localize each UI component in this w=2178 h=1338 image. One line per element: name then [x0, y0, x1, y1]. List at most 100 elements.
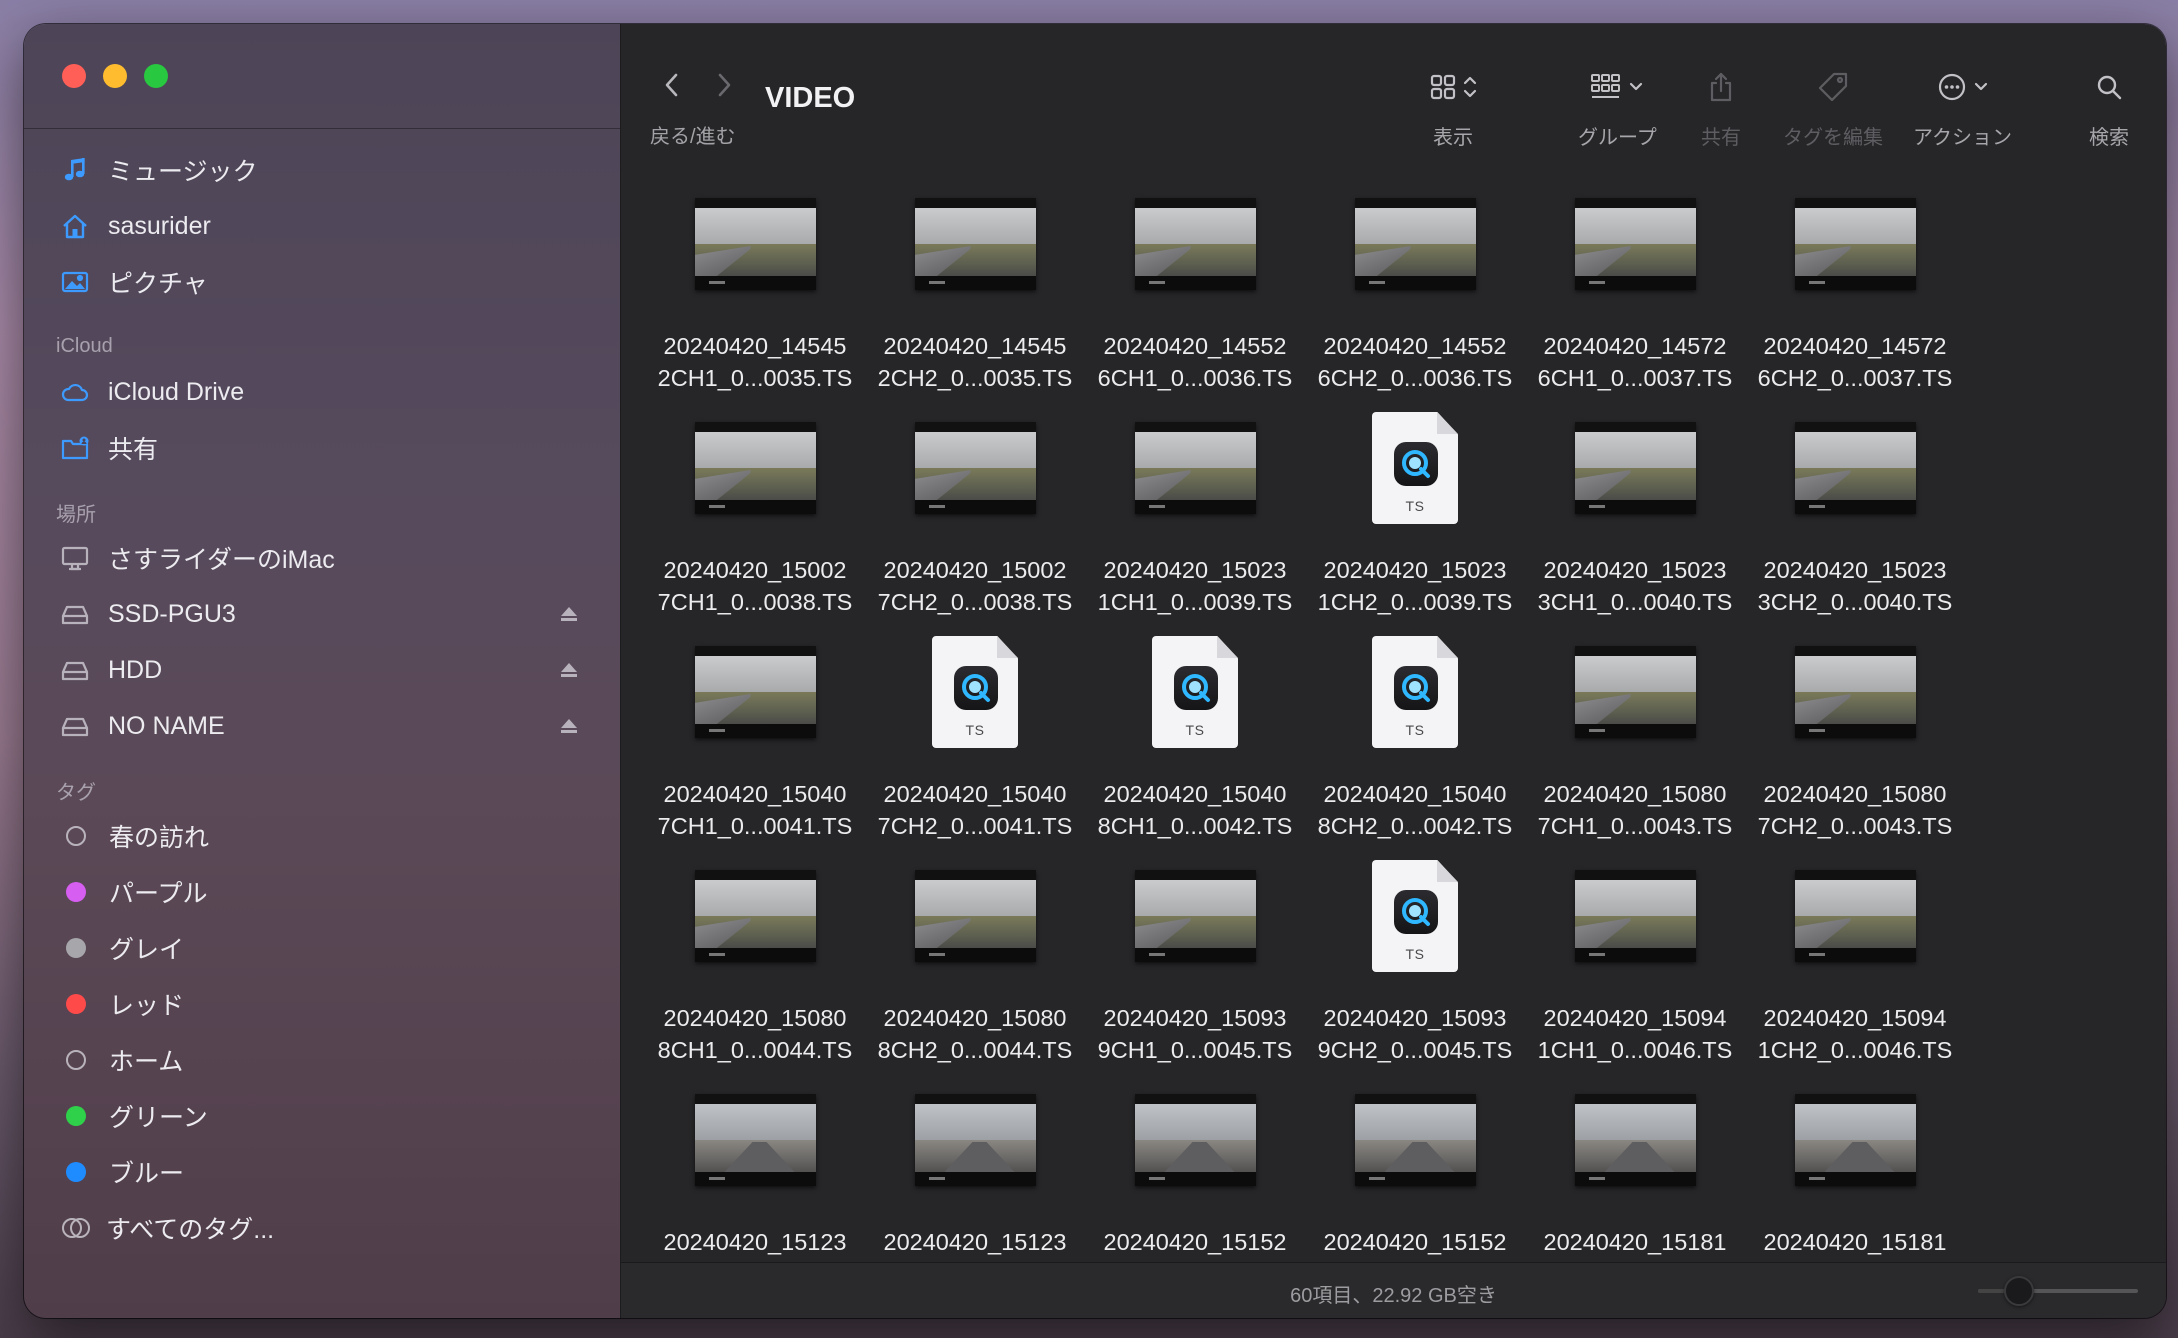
tag-color-dot-icon	[66, 882, 86, 902]
file-item[interactable]: 20240420_15152 3CH2_0...0048.TS	[1305, 1070, 1525, 1294]
sidebar-item-photo[interactable]: ピクチャ	[24, 254, 620, 310]
file-item[interactable]: TS 20240420_15040 8CH2_0...0042.TS	[1305, 622, 1525, 846]
sidebar-item-tag[interactable]: パープル	[24, 864, 620, 920]
action-button[interactable]: アクション	[1913, 70, 2012, 150]
sidebar-item-label: さすライダーのiMac	[108, 546, 335, 574]
video-thumbnail	[694, 422, 816, 514]
group-label: グループ	[1578, 127, 1657, 149]
share-button[interactable]: 共有	[1701, 70, 1741, 150]
file-item[interactable]: 20240420_15080 8CH2_0...0044.TS	[865, 846, 1085, 1070]
view-button[interactable]: 表示	[1429, 70, 1477, 150]
chevron-down-icon	[1630, 82, 1643, 91]
file-item[interactable]: 20240420_15023 1CH1_0...0039.TS	[1085, 398, 1305, 622]
slider-knob[interactable]	[2004, 1276, 2034, 1306]
file-item[interactable]: 20240420_15080 7CH2_0...0043.TS	[1745, 622, 1965, 846]
search-icon	[2097, 75, 2122, 100]
file-name: 20240420_15080 8CH1_0...0044.TS	[657, 1005, 853, 1063]
file-item[interactable]: 20240420_15002 7CH1_0...0038.TS	[645, 398, 865, 622]
sidebar-item-location[interactable]: NO NAME	[24, 698, 620, 754]
file-item[interactable]: 20240420_15002 7CH2_0...0038.TS	[865, 398, 1085, 622]
minimize-button[interactable]	[103, 64, 127, 88]
file-item[interactable]: 20240420_14572 6CH1_0...0037.TS	[1525, 174, 1745, 398]
group-button[interactable]: グループ	[1578, 70, 1657, 150]
file-grid[interactable]: 20240420_14545 2CH1_0...0035.TS 20240420_…	[645, 174, 2166, 1294]
file-extension-label: TS	[1405, 946, 1425, 962]
file-name: 20240420_15094 1CH2_0...0046.TS	[1757, 1005, 1953, 1063]
file-item[interactable]: TS 20240420_15040 8CH1_0...0042.TS	[1085, 622, 1305, 846]
sidebar-item-label: 春の訪れ	[109, 824, 210, 852]
sidebar-item-tag[interactable]: グリーン	[24, 1088, 620, 1144]
file-item[interactable]: 20240420_15123 1CH2_0...0047.TS	[865, 1070, 1085, 1294]
sidebar-item-label: パープル	[109, 880, 208, 908]
shared-folder-icon	[58, 431, 92, 465]
sidebar-item-tag[interactable]: レッド	[24, 976, 620, 1032]
close-button[interactable]	[62, 64, 86, 88]
file-item[interactable]: 20240420_14572 6CH2_0...0037.TS	[1745, 174, 1965, 398]
sidebar-item-cloud[interactable]: iCloud Drive	[24, 364, 620, 420]
share-icon	[1710, 72, 1732, 102]
file-item[interactable]: 20240420_15023 3CH1_0...0040.TS	[1525, 398, 1745, 622]
sidebar-item-tag[interactable]: ホーム	[24, 1032, 620, 1088]
file-item[interactable]: TS 20240420_15093 9CH2_0...0045.TS	[1305, 846, 1525, 1070]
forward-arrow-icon[interactable]	[713, 72, 735, 98]
file-item[interactable]: TS 20240420_15040 7CH2_0...0041.TS	[865, 622, 1085, 846]
sidebar-item-label: グリーン	[109, 1104, 208, 1132]
sidebar-item-label: ピクチャ	[108, 270, 208, 298]
eject-icon[interactable]	[558, 715, 580, 737]
sidebar-item-shared-folder[interactable]: 共有	[24, 420, 620, 476]
file-item[interactable]: 20240420_15080 8CH1_0...0044.TS	[645, 846, 865, 1070]
video-thumbnail	[914, 870, 1036, 962]
eject-icon[interactable]	[558, 603, 580, 625]
file-name: 20240420_15093 9CH1_0...0045.TS	[1097, 1005, 1293, 1063]
file-name: 20240420_15023 3CH2_0...0040.TS	[1757, 557, 1953, 615]
sidebar-list[interactable]: ムービー ミュージック sasurider ピクチャ iCloud iCloud Driv…	[24, 128, 620, 1318]
file-item[interactable]: 20240420_15152 3CH1_0...0048.TS	[1085, 1070, 1305, 1294]
sidebar-item-location[interactable]: HDD	[24, 642, 620, 698]
file-item[interactable]: 20240420_15093 9CH1_0...0045.TS	[1085, 846, 1305, 1070]
sidebar-item-label: sasurider	[108, 211, 211, 240]
sidebar-item-movies[interactable]: ムービー	[24, 128, 620, 142]
file-name: 20240420_14552 6CH2_0...0036.TS	[1317, 333, 1513, 391]
eject-icon[interactable]	[558, 659, 580, 681]
sidebar-item-music-note[interactable]: ミュージック	[24, 142, 620, 198]
search-button[interactable]: 検索	[2089, 70, 2129, 150]
chevron-down-icon	[1974, 82, 1987, 91]
file-item[interactable]: 20240420_15094 1CH2_0...0046.TS	[1745, 846, 1965, 1070]
sidebar-item-tag[interactable]: グレイ	[24, 920, 620, 976]
cloud-icon	[58, 375, 92, 409]
file-item[interactable]: 20240420_15181 3CH2_0...0049.TS	[1745, 1070, 1965, 1294]
file-name: 20240420_15002 7CH1_0...0038.TS	[657, 557, 853, 615]
quicktime-document-icon: TS	[932, 636, 1018, 748]
file-item[interactable]: 20240420_15023 3CH2_0...0040.TS	[1745, 398, 1965, 622]
nav-label: 戻る/進む	[650, 126, 736, 148]
sidebar-item-all-tags[interactable]: すべてのタグ...	[24, 1200, 620, 1256]
edit-tags-button[interactable]: タグを編集	[1783, 70, 1883, 150]
video-thumbnail	[1134, 1094, 1256, 1186]
sidebar-item-location[interactable]: SSD-PGU3	[24, 586, 620, 642]
file-item[interactable]: 20240420_15181 3CH1_0...0049.TS	[1525, 1070, 1745, 1294]
sidebar-item-home[interactable]: sasurider	[24, 198, 620, 254]
tag-color-dot-icon	[66, 1162, 86, 1182]
icon-size-slider[interactable]	[1978, 1276, 2138, 1306]
file-item[interactable]: 20240420_15080 7CH1_0...0043.TS	[1525, 622, 1745, 846]
file-item[interactable]: 20240420_15123 1CH1_0...0047.TS	[645, 1070, 865, 1294]
file-item[interactable]: 20240420_15040 7CH1_0...0041.TS	[645, 622, 865, 846]
video-thumbnail	[1354, 198, 1476, 290]
back-arrow-icon[interactable]	[661, 72, 683, 98]
file-item[interactable]: TS 20240420_15023 1CH2_0...0039.TS	[1305, 398, 1525, 622]
zoom-button[interactable]	[144, 64, 168, 88]
file-name: 20240420_15040 7CH2_0...0041.TS	[877, 781, 1073, 839]
tag-color-dot-icon	[66, 994, 86, 1014]
file-item[interactable]: 20240420_15094 1CH1_0...0046.TS	[1525, 846, 1745, 1070]
share-label: 共有	[1701, 127, 1741, 149]
file-name: 20240420_14552 6CH1_0...0036.TS	[1097, 333, 1293, 391]
home-icon	[58, 209, 92, 243]
file-item[interactable]: 20240420_14545 2CH1_0...0035.TS	[645, 174, 865, 398]
file-item[interactable]: 20240420_14552 6CH1_0...0036.TS	[1085, 174, 1305, 398]
sidebar-item-tag[interactable]: 春の訪れ	[24, 808, 620, 864]
sidebar-item-location[interactable]: さすライダーのiMac	[24, 530, 620, 586]
file-item[interactable]: 20240420_14545 2CH2_0...0035.TS	[865, 174, 1085, 398]
sidebar-item-tag[interactable]: ブルー	[24, 1144, 620, 1200]
file-item[interactable]: 20240420_14552 6CH2_0...0036.TS	[1305, 174, 1525, 398]
drive-icon	[58, 653, 92, 687]
